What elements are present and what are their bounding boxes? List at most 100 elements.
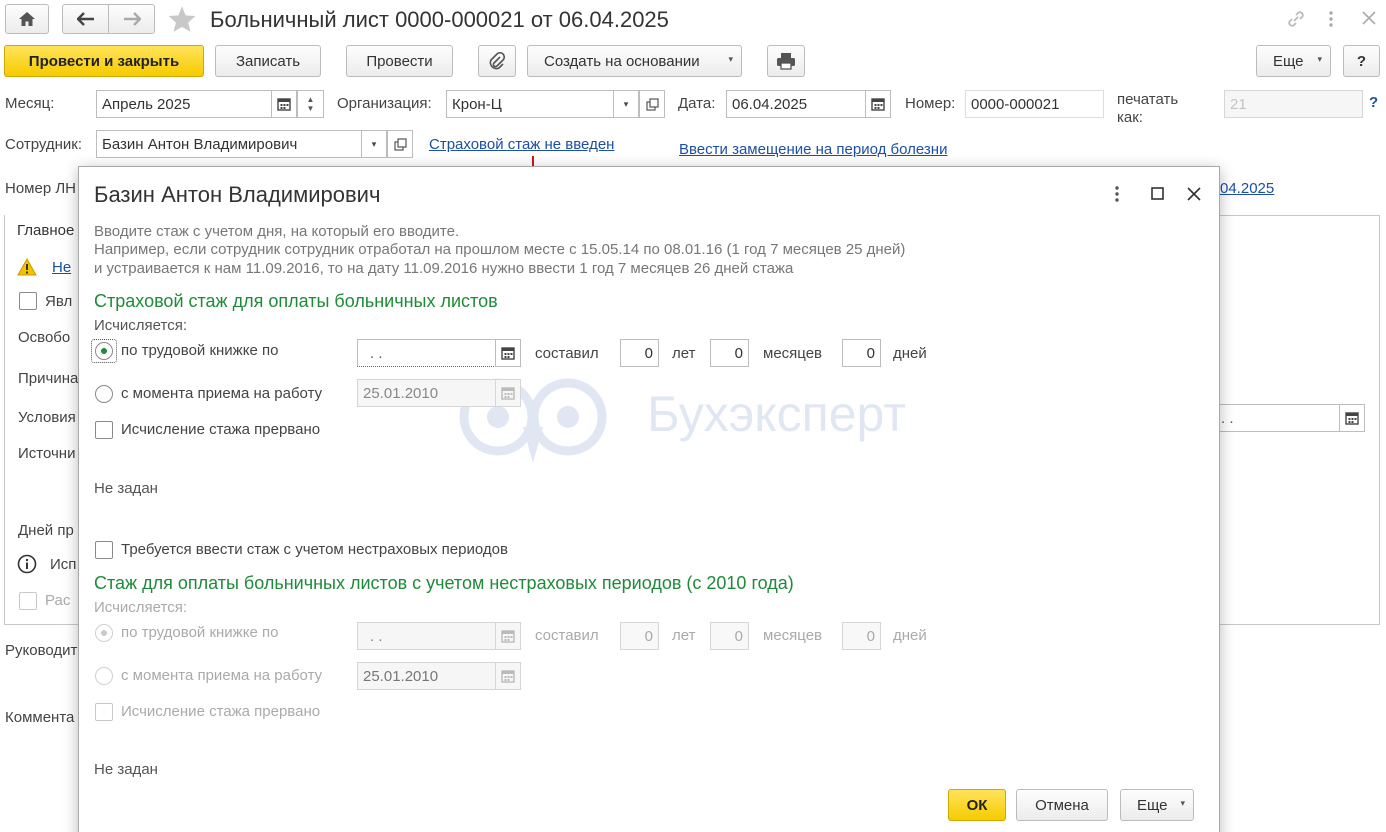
warning-icon [17, 258, 37, 276]
org-label: Организация: [337, 95, 432, 112]
print-as-help-link[interactable]: ? [1369, 94, 1378, 111]
calendar-icon [277, 98, 291, 111]
cancel-button[interactable]: Отмена [1016, 789, 1108, 821]
section2-book-label: по трудовой книжке по [121, 624, 279, 641]
star-icon[interactable] [167, 5, 197, 33]
save-button[interactable]: Записать [215, 45, 321, 77]
noninsurance-label: Требуется ввести стаж с учетом нестрахов… [121, 541, 508, 558]
close-icon[interactable] [1187, 187, 1201, 201]
org-open-button[interactable] [639, 90, 665, 118]
month-field[interactable]: Апрель 2025 [96, 90, 273, 118]
back-button[interactable] [62, 4, 109, 34]
section1-book-date[interactable]: . . [357, 339, 496, 367]
section1-years-label: лет [672, 345, 696, 362]
link-icon[interactable] [1285, 8, 1307, 30]
number-label: Номер: [905, 95, 956, 112]
date-label: Дата: [678, 95, 716, 112]
printer-icon [777, 53, 795, 70]
forward-button[interactable] [108, 4, 155, 34]
use-label: Исп [50, 556, 77, 573]
print-button[interactable] [767, 45, 805, 77]
right-date-field[interactable]: . . [1215, 404, 1340, 432]
close-icon[interactable] [1362, 11, 1376, 25]
section1-computed-label: Исчисляется: [94, 317, 188, 334]
section2-interrupted-checkbox[interactable] [95, 703, 113, 721]
section1-book-radio[interactable] [95, 342, 113, 360]
section2-days-label: дней [893, 627, 927, 644]
section1-hire-calendar-button[interactable] [495, 379, 521, 407]
month-spinner[interactable]: ▲ ▼ [297, 90, 324, 118]
date-calendar-button[interactable] [865, 90, 891, 118]
section2-hire-date[interactable]: 25.01.2010 [357, 662, 496, 690]
reason-label: Причина [18, 370, 79, 387]
section2-hire-calendar-button[interactable] [495, 662, 521, 690]
section1-title: Страховой стаж для оплаты больничных лис… [94, 291, 498, 311]
attach-button[interactable] [478, 45, 516, 77]
number-field[interactable]: 0000-000021 [965, 90, 1104, 118]
maximize-icon[interactable] [1151, 187, 1164, 200]
section1-book-calendar-button[interactable] [495, 339, 521, 367]
dropdown-icon: ▾ [1317, 54, 1322, 64]
calc-checkbox[interactable] [19, 592, 37, 610]
release-label: Освобо [18, 329, 71, 346]
calendar-icon [1345, 412, 1359, 425]
insurance-experience-link[interactable]: Страховой стаж не введен [429, 136, 614, 153]
warning-link[interactable]: Не [52, 259, 71, 276]
spin-up-icon[interactable]: ▲ [307, 95, 315, 104]
section2-days-field[interactable]: 0 [842, 622, 881, 650]
spin-down-icon[interactable]: ▼ [307, 104, 315, 113]
section2-book-radio[interactable] [95, 624, 113, 642]
employee-field[interactable]: Базин Антон Владимирович [96, 130, 362, 158]
section1-months-field[interactable]: 0 [710, 339, 749, 367]
days-label: Дней пр [18, 522, 74, 539]
dialog-more-button[interactable]: Еще ▾ [1120, 789, 1194, 821]
hint-line-3: и устраивается к нам 11.09.2016, то на д… [94, 260, 794, 277]
section1-years-field[interactable]: 0 [620, 339, 659, 367]
section1-book-label: по трудовой книжке по [121, 342, 279, 359]
dropdown-icon: ▾ [623, 98, 629, 109]
kebab-icon[interactable] [1113, 184, 1121, 204]
date-field[interactable]: 06.04.2025 [726, 90, 866, 118]
section2-months-field[interactable]: 0 [710, 622, 749, 650]
section2-book-calendar-button[interactable] [495, 622, 521, 650]
section2-computed-label: Исчисляется: [94, 599, 188, 616]
section2-years-field[interactable]: 0 [620, 622, 659, 650]
section2-book-date[interactable]: . . [357, 622, 496, 650]
conditions-label: Условия [18, 409, 76, 426]
post-and-close-button[interactable]: Провести и закрыть [4, 45, 204, 77]
right-date-link[interactable]: 04.2025 [1220, 180, 1274, 197]
section2-not-set: Не задан [94, 761, 158, 778]
employee-open-button[interactable] [387, 130, 413, 158]
home-button[interactable] [5, 4, 49, 34]
forward-arrow-icon [123, 12, 141, 26]
info-icon [17, 554, 37, 574]
print-as-field[interactable]: 21 [1224, 90, 1363, 118]
calendar-icon [501, 670, 515, 683]
section2-interrupted-label: Исчисление стажа прервано [121, 703, 321, 720]
section1-hire-radio[interactable] [95, 385, 113, 403]
employee-dropdown-button[interactable]: ▾ [361, 130, 387, 158]
section1-days-field[interactable]: 0 [842, 339, 881, 367]
calendar-icon [501, 387, 515, 400]
more-button[interactable]: Еще ▾ [1256, 45, 1331, 77]
dialog-more-label: Еще [1137, 796, 1168, 814]
kebab-icon[interactable] [1327, 9, 1335, 29]
month-calendar-button[interactable] [271, 90, 297, 118]
post-button[interactable]: Провести [346, 45, 453, 77]
org-field[interactable]: Крон-Ц [446, 90, 614, 118]
head-label: Руководит [5, 642, 78, 659]
section1-hire-date[interactable]: 25.01.2010 [357, 379, 496, 407]
section1-days-label: дней [893, 345, 927, 362]
right-date-calendar-button[interactable] [1339, 404, 1365, 432]
noninsurance-checkbox[interactable] [95, 541, 113, 559]
create-based-button[interactable]: Создать на основании ▾ [527, 45, 742, 77]
section1-made-label: составил [535, 345, 599, 362]
replacement-link[interactable]: Ввести замещение на период болезни [679, 141, 947, 158]
help-button[interactable]: ? [1343, 45, 1380, 77]
section1-interrupted-checkbox[interactable] [95, 421, 113, 439]
hint-line-1: Вводите стаж с учетом дня, на который ег… [94, 223, 460, 240]
org-dropdown-button[interactable]: ▾ [613, 90, 639, 118]
ok-button[interactable]: ОК [948, 789, 1006, 821]
is-checkbox[interactable] [19, 292, 37, 310]
section2-hire-radio[interactable] [95, 667, 113, 685]
